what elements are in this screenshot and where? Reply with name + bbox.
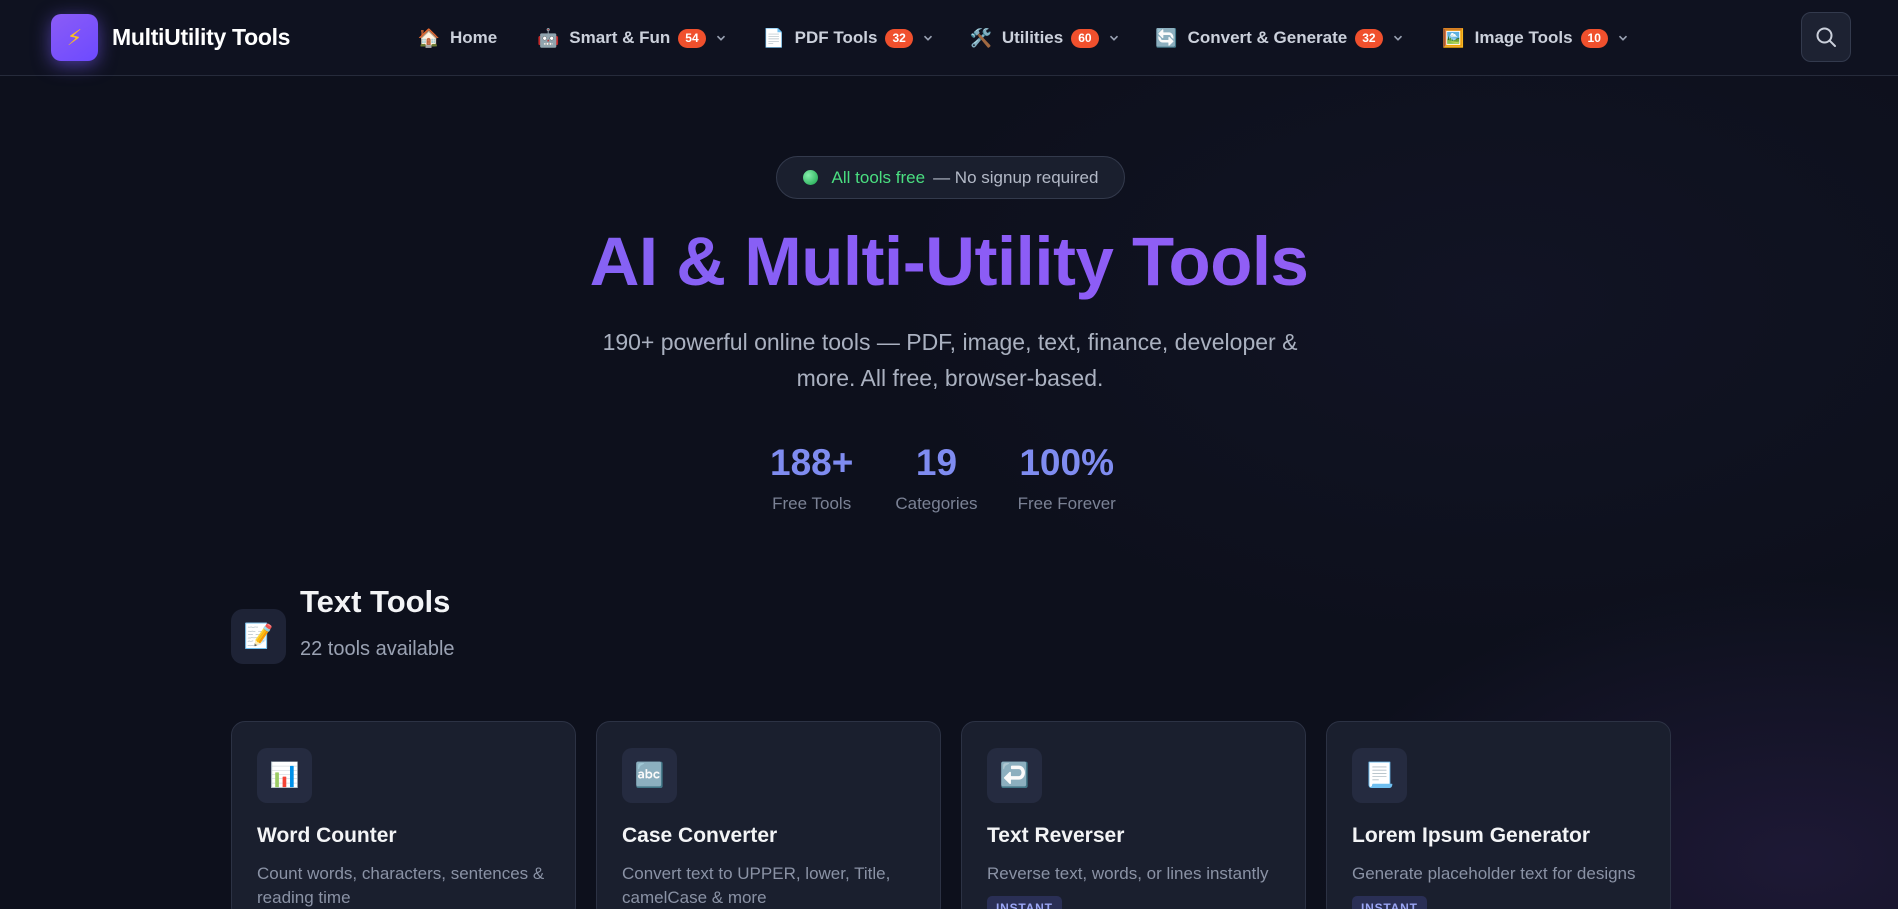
stat-value: 188+ [770,442,854,483]
tool-card-word-counter[interactable]: 📊 Word Counter Count words, characters, … [231,721,576,909]
nav-label: Image Tools [1474,28,1573,47]
card-description: Convert text to UPPER, lower, Title, cam… [622,864,891,907]
nav-label: Utilities [1001,28,1064,47]
card-title: Case Converter [622,824,778,847]
memo-icon: 📝 [231,609,286,664]
instant-tag: INSTANT [987,896,1062,909]
card-description: Generate placeholder text for designs [1352,864,1636,883]
stat-label: Categories [895,494,978,513]
page-icon: 📄 [762,27,785,48]
count-badge: 32 [1355,28,1383,48]
tools-icon: 🛠️ [969,27,993,48]
nav-item-smart-fun[interactable]: 🤖 Smart & Fun 54 [537,27,725,49]
nav-label: Smart & Fun [569,28,671,47]
search-icon [1816,27,1836,47]
chevron-down-icon [1393,35,1402,41]
stat-label: Free Forever [1017,494,1116,513]
bar-chart-icon: 📊 [257,748,312,803]
green-dot-icon [802,170,818,185]
search-button[interactable] [1801,12,1851,62]
card-title: Text Reverser [987,824,1125,847]
arrows-cycle-icon: 🔄 [1155,27,1178,48]
pill-text: — No signup required [933,167,1099,187]
main-nav: 🏠 Home 🤖 Smart & Fun 54 📄 PDF Tools 32 🛠… [418,22,1628,54]
house-icon: 🏠 [417,27,441,48]
nav-item-pdf-tools[interactable]: 📄 PDF Tools 32 [762,27,933,49]
brand-link[interactable]: ⚡ MultiUtility Tools [51,14,290,61]
hero-title: AI & Multi-Utility Tools [0,222,1898,301]
tool-card-text-reverser[interactable]: ↩️ Text Reverser Reverse text, words, or… [961,721,1306,909]
count-badge: 10 [1580,28,1608,48]
nav-item-convert-generate[interactable]: 🔄 Convert & Generate 32 [1155,27,1403,49]
picture-icon: 🖼️ [1442,27,1465,48]
card-description: Count words, characters, sentences & rea… [257,864,545,907]
hero-subtitle: 190+ powerful online tools — PDF, image,… [602,329,1298,391]
chevron-down-icon [716,35,725,41]
count-badge: 32 [885,28,913,48]
instant-tag: INSTANT [1352,896,1427,909]
stat-free-forever: 100% Free Forever [1018,442,1116,522]
stat-value: 100% [1019,442,1114,483]
card-description: Reverse text, words, or lines instantly [987,864,1269,883]
free-tools-pill: All tools free — No signup required [776,156,1125,199]
return-arrow-icon: ↩️ [987,748,1042,803]
nav-label: PDF Tools [794,28,878,47]
nav-item-utilities[interactable]: 🛠️ Utilities 60 [970,27,1119,49]
robot-icon: 🤖 [537,27,560,48]
pill-highlight: All tools free [831,167,926,187]
stat-free-tools: 188+ Free Tools [770,442,853,522]
nav-label: Convert & Generate [1187,28,1348,47]
count-badge: 54 [678,28,706,48]
nav-item-image-tools[interactable]: 🖼️ Image Tools 10 [1442,27,1628,49]
stat-categories: 19 Categories [895,442,977,522]
section-count: 22 tools available [300,638,455,660]
document-icon: 📃 [1352,748,1407,803]
tool-card-case-converter[interactable]: 🔤 Case Converter Convert text to UPPER, … [596,721,941,909]
brand-name: MultiUtility Tools [112,24,291,50]
count-badge: 60 [1071,28,1099,48]
card-title: Lorem Ipsum Generator [1352,824,1591,847]
card-title: Word Counter [257,824,397,847]
abc-icon: 🔤 [622,748,677,803]
nav-label: Home [450,28,498,47]
nav-item-home[interactable]: 🏠 Home [418,27,497,49]
top-navbar: ⚡ MultiUtility Tools 🏠 Home 🤖 Smart & Fu… [0,0,1898,76]
stat-label: Free Tools [772,494,852,513]
chevron-down-icon [1618,35,1627,41]
chevron-down-icon [1109,35,1118,41]
chevron-down-icon [923,35,932,41]
tool-card-lorem-ipsum[interactable]: 📃 Lorem Ipsum Generator Generate placeho… [1326,721,1671,909]
lightning-bolt-icon: ⚡ [51,14,98,61]
section-title: Text Tools [300,584,451,619]
stats-row: 188+ Free Tools 19 Categories 100% Free … [770,442,1116,522]
stat-value: 19 [915,442,958,483]
